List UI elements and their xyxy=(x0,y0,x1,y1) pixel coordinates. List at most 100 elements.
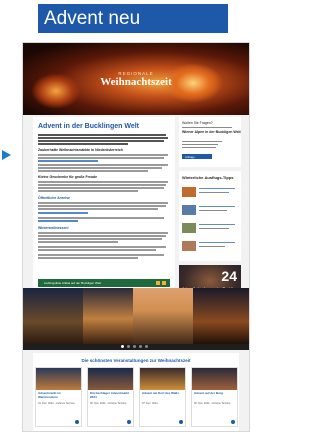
advent-number: 24 xyxy=(221,268,237,284)
section-heading: Winterwellnessen! xyxy=(38,226,69,230)
body-text-line xyxy=(38,257,138,259)
section-heading: Öffnetliche Anreise xyxy=(38,196,70,200)
events-heading: Die schönsten Veranstaltungen zur Weihna… xyxy=(81,358,191,363)
tips-heading: Winterliche Ausflugs-Tipps xyxy=(182,175,234,180)
body-text-line xyxy=(38,164,168,166)
event-image xyxy=(140,368,185,390)
body-text-line xyxy=(38,254,164,256)
body-text-line xyxy=(38,154,168,156)
photo-gallery[interactable] xyxy=(23,288,249,344)
contact-text-line xyxy=(182,147,216,149)
pagination-dot[interactable] xyxy=(145,345,148,348)
intro-text-line xyxy=(38,134,166,136)
share-bar[interactable]: Lieblingsliste Artikel auf der Buckligen… xyxy=(38,279,170,287)
tip-text-line xyxy=(199,192,229,194)
article-heading: Advent in der Bucklingen Welt xyxy=(38,123,139,130)
tip-text-line xyxy=(199,228,229,230)
body-text-line xyxy=(38,241,118,243)
body-text-line xyxy=(38,181,168,183)
event-name: Advent auf der Burg xyxy=(194,391,223,395)
body-text-line xyxy=(38,232,168,234)
event-name: Adventmarkt im Warmtenstein xyxy=(38,391,61,399)
event-date: 30. Nov. 2024 · mehrere Termine xyxy=(90,402,127,405)
body-text-line xyxy=(38,235,166,237)
event-date: 01. Dez. 2024 · mehrere Termine xyxy=(38,402,75,405)
tip-thumbnail[interactable] xyxy=(182,187,196,197)
contact-title: Wollen Sie Fragen? xyxy=(182,121,213,125)
body-text-line xyxy=(38,167,162,169)
body-text-line xyxy=(38,246,166,248)
intro-text-line xyxy=(38,137,168,139)
event-image xyxy=(192,368,237,390)
body-link-line[interactable] xyxy=(38,212,88,214)
tip-thumbnail[interactable] xyxy=(182,205,196,215)
body-text-line xyxy=(38,170,148,172)
body-text-line xyxy=(38,249,156,251)
pagination-dot[interactable] xyxy=(139,345,142,348)
arrow-right-icon[interactable] xyxy=(179,420,183,424)
contact-card: Wollen Sie Fragen? Wiener Alpen in der B… xyxy=(179,117,241,167)
tip-link[interactable] xyxy=(199,188,235,190)
tourist-office-label: Wiener Alpen in der Buckligen Welt xyxy=(182,130,241,134)
intro-text-line xyxy=(38,143,128,145)
tips-card: Winterliche Ausflugs-Tipps xyxy=(179,171,241,261)
share-icon[interactable] xyxy=(156,281,160,285)
contact-button[interactable]: Anfrage xyxy=(182,154,212,159)
slide-header: Advent neu xyxy=(0,0,264,38)
event-image xyxy=(36,368,81,390)
event-date: 30. Nov. 2024 · mehrere Termine xyxy=(194,402,231,405)
body-text-line xyxy=(38,184,166,186)
arrow-right-icon[interactable] xyxy=(75,420,79,424)
pagination-dot[interactable] xyxy=(133,345,136,348)
pagination-dot[interactable] xyxy=(121,345,124,348)
bookmark-icon[interactable] xyxy=(162,281,166,285)
website-screenshot: REGIONALE Weihnachtszeit Advent in der B… xyxy=(22,42,250,432)
gallery-photo[interactable] xyxy=(83,288,133,344)
section-heading: Kleine Geschenke für große Freude xyxy=(38,175,98,179)
event-card[interactable]: Advent auf der Burg 30. Nov. 2024 · mehr… xyxy=(191,367,238,427)
body-text-line xyxy=(38,238,162,240)
hero-title: Weihnachtszeit xyxy=(100,76,172,88)
sidebar: Wollen Sie Fragen? Wiener Alpen in der B… xyxy=(179,117,241,305)
body-link-line[interactable] xyxy=(38,220,78,222)
event-name: Advent am Dorf des Walls xyxy=(142,391,179,395)
gallery-photo[interactable] xyxy=(133,288,193,344)
hero-banner: REGIONALE Weihnachtszeit xyxy=(23,43,249,115)
tip-link[interactable] xyxy=(199,242,235,244)
body-text-line xyxy=(38,190,138,192)
event-date: 07. Dez. 2024 xyxy=(142,402,158,405)
body-text-line xyxy=(38,202,168,204)
contact-text-line xyxy=(182,127,232,129)
article-content: Advent in der Bucklingen Welt Zauberhaft… xyxy=(33,117,175,292)
share-bar-label: Lieblingsliste Artikel auf der Buckligen… xyxy=(44,281,101,285)
pointer-arrow-icon xyxy=(2,150,11,160)
slide-title: Advent neu xyxy=(38,4,228,33)
tip-text-line xyxy=(199,210,227,212)
body-text-line xyxy=(38,205,166,207)
gallery-pagination xyxy=(23,344,249,350)
body-link-line[interactable] xyxy=(38,160,98,162)
tip-thumbnail[interactable] xyxy=(182,223,196,233)
tip-link[interactable] xyxy=(199,206,235,208)
event-name: Kirchschlager Adventmarkt 2024 xyxy=(90,391,130,399)
intro-text-line xyxy=(38,140,164,142)
gallery-photo[interactable] xyxy=(193,288,249,344)
gallery-photo[interactable] xyxy=(23,288,83,344)
contact-text-line xyxy=(182,144,218,146)
event-image xyxy=(88,368,133,390)
tip-text-line xyxy=(199,246,225,248)
arrow-right-icon[interactable] xyxy=(127,420,131,424)
tip-link[interactable] xyxy=(199,224,235,226)
event-card[interactable]: Advent am Dorf des Walls 07. Dez. 2024 xyxy=(139,367,186,427)
pagination-dot[interactable] xyxy=(127,345,130,348)
tip-thumbnail[interactable] xyxy=(182,241,196,251)
event-card[interactable]: Adventmarkt im Warmtenstein 01. Dez. 202… xyxy=(35,367,82,427)
contact-text-line xyxy=(182,141,222,143)
arrow-right-icon[interactable] xyxy=(231,420,235,424)
body-text-line xyxy=(38,157,164,159)
body-text-line xyxy=(38,208,158,210)
section-heading: Zauberhafte Weihnachtsmärkte in Niederös… xyxy=(38,148,123,152)
body-text-line xyxy=(38,187,164,189)
event-card[interactable]: Kirchschlager Adventmarkt 2024 30. Nov. … xyxy=(87,367,134,427)
events-section: Die schönsten Veranstaltungen zur Weihna… xyxy=(33,353,239,431)
